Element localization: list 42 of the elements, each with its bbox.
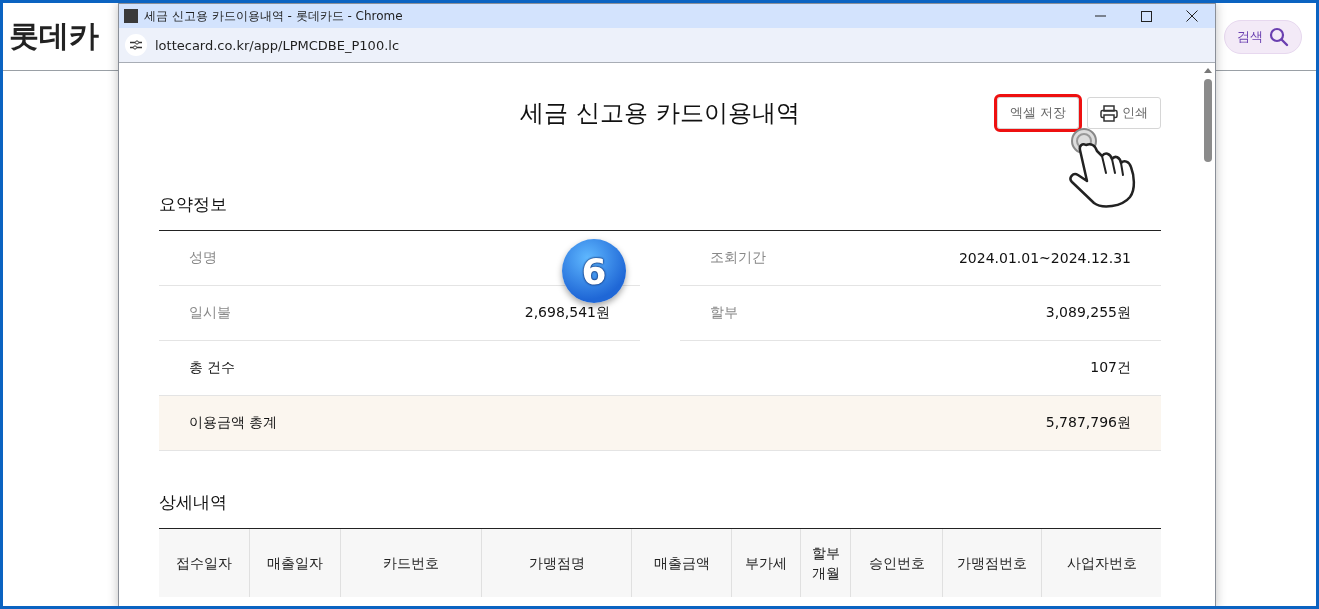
site-info-button[interactable] <box>125 34 147 56</box>
minimize-icon <box>1094 15 1106 17</box>
summary-value: 2024.01.01~2024.12.31 <box>958 250 1131 266</box>
page-heading: 세금 신고용 카드이용내역 <box>520 98 800 129</box>
window-title: 세금 신고용 카드이용내역 - 롯데카드 - Chrome <box>144 7 404 25</box>
column-header: 부가세 <box>731 529 800 597</box>
scrollbar-thumb[interactable] <box>1204 79 1212 162</box>
summary-label: 할부 <box>710 304 738 322</box>
site-logo: 롯데카 <box>9 17 99 55</box>
column-header: 사업자번호 <box>1041 529 1161 597</box>
summary-label: 이용금액 총계 <box>189 414 278 432</box>
printer-icon <box>1100 104 1118 122</box>
summary-label: 일시불 <box>189 304 231 322</box>
summary-label: 조회기간 <box>710 249 766 267</box>
column-header: 매출일자 <box>249 529 340 597</box>
column-header: 카드번호 <box>340 529 481 597</box>
scroll-up-icon <box>1204 68 1212 73</box>
column-header: 할부 개월 <box>800 529 850 597</box>
summary-label: 성명 <box>189 249 217 267</box>
search-icon <box>1269 26 1289 47</box>
column-header: 승인번호 <box>850 529 942 597</box>
step-number-badge: 6 <box>562 239 626 303</box>
search-button[interactable]: 검색 <box>1224 19 1302 54</box>
section-title: 상세내역 <box>159 491 228 514</box>
column-header: 가맹점명 <box>481 529 631 597</box>
summary-value: 3,089,255원 <box>1045 304 1131 322</box>
print-button[interactable]: 인쇄 <box>1087 97 1161 129</box>
excel-save-button[interactable]: 엑셀 저장 <box>996 97 1079 129</box>
column-header: 가맹점번호 <box>942 529 1041 597</box>
scrollbar[interactable] <box>1201 63 1215 606</box>
maximize-icon <box>1140 10 1152 22</box>
summary-value: 107건 <box>1090 359 1131 377</box>
address-bar-url[interactable]: lottecard.co.kr/app/LPMCDBE_P100.lc <box>155 37 400 53</box>
summary-label: 총 건수 <box>189 359 236 377</box>
sliders-icon <box>130 40 142 50</box>
column-header: 매출금액 <box>631 529 731 597</box>
column-header: 접수일자 <box>175 553 233 573</box>
site-favicon <box>124 9 138 23</box>
close-icon <box>1186 10 1198 22</box>
summary-value: 5,787,796원 <box>1045 414 1131 432</box>
summary-value: 2,698,541원 <box>524 304 610 322</box>
section-title: 요약정보 <box>159 193 228 216</box>
